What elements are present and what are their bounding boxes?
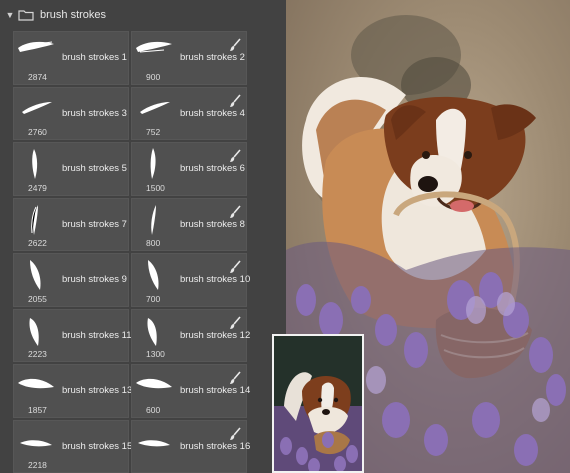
brush-stroke-thumbnail bbox=[140, 101, 170, 114]
brush-stroke-thumbnail bbox=[32, 149, 38, 179]
brush-stroke-thumbnail bbox=[30, 260, 41, 290]
brush-name: brush strokes 8 bbox=[180, 218, 245, 230]
paintbrush-icon bbox=[230, 426, 241, 440]
paintbrush-icon bbox=[230, 260, 241, 273]
brush-name: brush strokes 16 bbox=[180, 440, 251, 452]
brush-name: brush strokes 1 bbox=[62, 52, 127, 63]
brush-size: 1300 bbox=[146, 349, 165, 359]
brush-stroke-thumbnail bbox=[20, 439, 52, 446]
brush-stroke-thumbnail bbox=[147, 317, 157, 346]
brush-name: brush strokes 13 bbox=[62, 385, 133, 396]
brush-preset[interactable]: brush strokes 14 600 bbox=[131, 364, 251, 418]
paintbrush-icon bbox=[230, 38, 241, 51]
brush-name: brush strokes 4 bbox=[180, 107, 245, 119]
brush-name: brush strokes 12 bbox=[180, 329, 251, 341]
brush-size: 2760 bbox=[28, 127, 47, 137]
chevron-down-icon[interactable]: ▼ bbox=[4, 9, 16, 21]
brush-group-name: brush strokes bbox=[40, 9, 107, 21]
brush-preset[interactable]: brush strokes 16 bbox=[131, 419, 251, 473]
brush-stroke-thumbnail bbox=[18, 41, 54, 52]
paintbrush-icon bbox=[230, 93, 241, 107]
brush-name: brush strokes 6 bbox=[180, 163, 245, 174]
reference-photo-thumbnail bbox=[272, 334, 364, 473]
brush-name: brush strokes 3 bbox=[62, 107, 127, 119]
brush-preset[interactable]: brush strokes 6 1500 bbox=[131, 142, 247, 196]
brush-preset[interactable]: brush strokes 4 752 bbox=[131, 86, 247, 140]
brush-stroke-thumbnail bbox=[136, 41, 172, 53]
brush-size: 600 bbox=[146, 404, 161, 415]
brush-name: brush strokes 14 bbox=[180, 385, 251, 396]
brush-stroke-thumbnail bbox=[150, 148, 156, 179]
brush-preset[interactable]: brush strokes 5 2479 bbox=[13, 142, 129, 196]
paintbrush-icon bbox=[230, 204, 241, 218]
brush-stroke-thumbnail bbox=[22, 101, 52, 114]
brush-size: 900 bbox=[146, 71, 161, 82]
brush-name: brush strokes 2 bbox=[180, 52, 245, 63]
brush-stroke-thumbnail bbox=[138, 439, 170, 446]
brush-size: 800 bbox=[146, 238, 161, 248]
brush-size: 2622 bbox=[28, 238, 47, 248]
brush-name: brush strokes 15 bbox=[62, 440, 133, 452]
brush-size: 1857 bbox=[28, 404, 47, 415]
paintbrush-icon bbox=[230, 371, 241, 384]
brush-preset[interactable]: brush strokes 9 2055 bbox=[13, 253, 129, 307]
brush-preset[interactable]: brush strokes 1 2874 bbox=[13, 31, 129, 85]
brush-preset[interactable]: brush strokes 13 1857 bbox=[13, 364, 133, 418]
brush-stroke-thumbnail bbox=[29, 317, 39, 346]
brush-size: 2479 bbox=[28, 182, 47, 193]
brush-name: brush strokes 10 bbox=[180, 274, 251, 285]
brush-name: brush strokes 9 bbox=[62, 274, 127, 285]
brush-size: 2218 bbox=[28, 460, 47, 470]
brush-grid: brush strokes 1 2874 brush strokes 2 900… bbox=[13, 31, 273, 473]
paintbrush-icon bbox=[230, 315, 241, 329]
brush-name: brush strokes 11 bbox=[62, 329, 132, 341]
brush-preset[interactable]: brush strokes 10 700 bbox=[131, 253, 251, 307]
brush-stroke-thumbnail bbox=[136, 378, 172, 389]
brush-name: brush strokes 5 bbox=[62, 163, 127, 174]
brush-preset[interactable]: brush strokes 15 2218 bbox=[13, 419, 133, 473]
brush-stroke-thumbnail bbox=[31, 204, 38, 235]
brush-name: brush strokes 7 bbox=[62, 218, 127, 230]
brush-preset[interactable]: brush strokes 7 2622 bbox=[13, 197, 129, 251]
brush-size: 2055 bbox=[28, 293, 47, 304]
brush-group-header[interactable]: ▼ brush strokes bbox=[0, 0, 286, 30]
brush-size: 700 bbox=[146, 293, 161, 304]
brush-preset[interactable]: brush strokes 11 2223 bbox=[13, 308, 132, 362]
brush-preset[interactable]: brush strokes 8 800 bbox=[131, 197, 247, 251]
brush-size: 2874 bbox=[28, 71, 47, 82]
brush-preset[interactable]: brush strokes 2 900 bbox=[131, 31, 247, 85]
brush-stroke-thumbnail bbox=[151, 204, 156, 235]
dog-photo bbox=[274, 336, 362, 471]
brush-stroke-thumbnail bbox=[148, 260, 159, 290]
brush-preset[interactable]: brush strokes 12 1300 bbox=[131, 308, 251, 362]
brush-stroke-thumbnail bbox=[18, 378, 54, 389]
paintbrush-icon bbox=[230, 149, 241, 162]
brush-size: 1500 bbox=[146, 182, 165, 193]
brush-preset[interactable]: brush strokes 3 2760 bbox=[13, 86, 129, 140]
brush-size: 752 bbox=[146, 127, 161, 137]
brush-size: 2223 bbox=[28, 349, 47, 359]
folder-icon bbox=[18, 10, 34, 21]
brushes-panel: ▼ brush strokes brush strokes 1 2874 bru… bbox=[0, 0, 286, 473]
